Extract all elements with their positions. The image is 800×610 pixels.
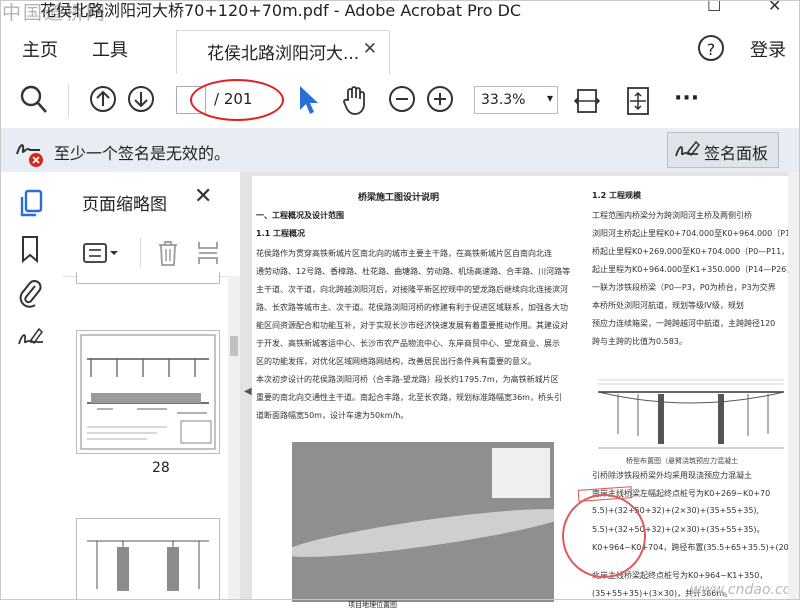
doc-right-line: 起止里程为K0+964.000至K1+350.000（P14—P26， — [592, 265, 788, 274]
delete-page-icon[interactable] — [156, 238, 180, 272]
close-tab-icon[interactable]: ✕ — [363, 39, 377, 59]
extract-pages-icon[interactable] — [196, 238, 220, 272]
doc-right-line: 跨与主跨的比值为0.583。 — [592, 337, 687, 346]
doc-body-line: 于开发、高铁新城客运中心、长沙市农产品物流中心、东岸商贸中心、望龙商业、展示 — [256, 339, 560, 348]
page-thumbnails-icon[interactable] — [17, 188, 45, 224]
doc-body-line: 能区间资源配合和功能互补，对于实现长沙市经济快速发展有着重要推动作用。其建设对 — [256, 321, 568, 330]
zoom-level-value: 33.3% — [481, 92, 526, 108]
full-screen-icon[interactable] — [624, 84, 652, 122]
doc-body-line: 重要的南北向交通性主干道。南起合丰路，北至长农路，规划标准路幅宽36m，桥头引 — [256, 393, 562, 402]
thumbnail-options-icon[interactable] — [82, 240, 122, 270]
fit-page-width-icon[interactable] — [573, 84, 601, 122]
window-title: 花侯北路浏阳河大桥70+120+70m.pdf - Adobe Acrobat … — [40, 1, 522, 20]
doc-section-1: 一、工程概况及设计范围 — [256, 211, 344, 220]
thumbnails-toolbar-divider — [140, 238, 141, 268]
map-river — [292, 499, 554, 567]
doc-body-line: 路、长农路等城市主、次干道。花侯路浏阳河桥的修建有利于促进区域联系，加强各大功 — [256, 303, 568, 312]
menu-tools[interactable]: 工具 — [92, 36, 128, 62]
doc-body-line: 本次初步设计的花侯路浏阳河桥（合丰路-望龙路）段长约1795.7m，为高铁新城片… — [256, 375, 559, 384]
signature-notice-text: 至少一个签名是无效的。 — [54, 144, 231, 163]
next-page-icon[interactable] — [126, 84, 156, 118]
menu-home[interactable]: 主页 — [22, 36, 58, 62]
zoom-level-select[interactable]: 33.3% ▾ — [474, 86, 558, 114]
help-icon[interactable]: ? — [698, 35, 724, 61]
document-tab[interactable]: 花侯北路浏阳河大... ✕ — [176, 30, 390, 74]
doc-right-line: 一联为涉铁段桥梁（P0—P3，P0为桥台，P3为交界 — [592, 283, 776, 292]
thumbnail-page-28[interactable] — [76, 330, 220, 454]
bridge-caption: 桥型布置图（悬臂浇筑预应力混凝土 — [626, 457, 738, 465]
invalid-signature-icon — [14, 136, 48, 172]
red-annotation-circle — [190, 79, 284, 121]
collapse-left-panel-icon[interactable]: ◀ — [244, 386, 252, 397]
doc-right-line: 桥起止里程K0+269.000至K0+704.000（P0—P11，P — [592, 247, 788, 256]
thumbnail-page-27[interactable] — [76, 272, 220, 284]
more-options-icon[interactable]: ··· — [674, 86, 699, 111]
thumbnail-page-29[interactable] — [76, 518, 220, 600]
thumbnails-scrollbar-thumb[interactable] — [230, 336, 238, 356]
signature-panel-button[interactable]: 签名面板 — [667, 132, 779, 168]
doc-body-line: 花侯路作为贯穿高铁新城片区南北向的城市主要主干路，在高铁新城片区自南向北连 — [256, 249, 552, 258]
doc-right-heading: 1.2 工程规模 — [592, 191, 641, 200]
zoom-in-icon[interactable] — [426, 84, 454, 118]
document-page: 桥梁施工图设计说明 一、工程概况及设计范围 1.1 工程概况 花侯路作为贯穿高铁… — [252, 176, 800, 609]
document-view: ◀ 桥梁施工图设计说明 一、工程概况及设计范围 1.1 工程概况 花侯路作为贯穿… — [240, 172, 800, 609]
bookmarks-icon[interactable] — [17, 234, 43, 268]
doc-section-1-1: 1.1 工程概况 — [256, 229, 305, 238]
doc-body-line: 道断面路幅宽50m，设计车速为50km/h。 — [256, 411, 409, 420]
doc-right-line: 浏阳河主桥起止里程K0+704.000至K0+964.000（P11 — [592, 229, 788, 238]
document-scrollbar[interactable] — [788, 172, 800, 600]
previous-page-icon[interactable] — [88, 84, 118, 118]
doc-right-line: 引桥除涉铁段桥梁外均采用现浇预应力混凝土 — [592, 471, 752, 480]
red-seal-stamp — [562, 494, 646, 578]
signature-pen-icon — [674, 138, 701, 168]
menu-bar: 主页 工具 花侯北路浏阳河大... ✕ ? 登录 — [0, 22, 800, 75]
signature-panel-label: 签名面板 — [704, 144, 769, 163]
close-panel-icon[interactable]: ✕ — [194, 184, 212, 209]
map-legend — [492, 448, 550, 498]
maximize-icon[interactable]: ☐ — [707, 0, 721, 15]
thumbnails-panel-title: 页面缩略图 — [82, 195, 167, 215]
doc-title: 桥梁施工图设计说明 — [358, 193, 440, 203]
map-caption: 项目地理位置图 — [348, 601, 397, 609]
document-tab-label: 花侯北路浏阳河大... — [207, 44, 360, 64]
close-window-icon[interactable]: ✕ — [768, 0, 781, 15]
signature-notice-bar: 至少一个签名是无效的。 签名面板 — [0, 128, 800, 173]
hand-tool-icon[interactable] — [340, 84, 370, 120]
website-watermark: www.cndao.com — [690, 582, 800, 598]
chevron-down-icon: ▾ — [546, 91, 553, 105]
doc-right-line: 工程范围内桥梁分为跨浏阳河主桥及两侧引桥 — [592, 211, 752, 220]
left-navigation-rail — [0, 172, 63, 600]
page-thumbnails-panel: 页面缩略图 ✕ 28 — [62, 172, 241, 600]
signatures-icon[interactable] — [17, 324, 45, 358]
select-cursor-icon[interactable] — [296, 84, 320, 120]
thumbnails-scrollbar[interactable] — [228, 276, 240, 600]
zoom-out-icon[interactable] — [388, 84, 416, 118]
login-button[interactable]: 登录 — [750, 36, 786, 62]
toolbar: / 201 33.3% ▾ ··· — [0, 74, 800, 129]
doc-right-line: 本桥所处浏阳河航道，规划等级IV级，规划 — [592, 301, 744, 310]
location-map-image — [292, 442, 554, 602]
attachments-icon[interactable] — [17, 278, 43, 312]
title-bar: 中国道桥网 花侯北路浏阳河大桥70+120+70m.pdf - Adobe Ac… — [0, 0, 800, 24]
thumbnails-toolbar — [62, 232, 240, 277]
bridge-elevation-drawing — [598, 379, 784, 449]
search-icon[interactable] — [20, 84, 48, 118]
doc-body-line: 通劳动路、12号路、香樟路、杜花路、曲塘路、劳动路、机场高速路、合丰路、川河路等 — [256, 267, 571, 276]
doc-body-line: 主干道、次干道，向北跨越浏阳河后，对接隆平新区控规中的望龙路后继续向北连接滨河 — [256, 285, 568, 294]
doc-right-line: 预应力连续箱梁，一跨跨越河中航道，主跨跨径120 — [592, 319, 776, 328]
toolbar-divider — [68, 84, 69, 118]
doc-body-line: 区的功能发挥，对优化区域网络路网结构，改善居民出行条件具有重要的意义。 — [256, 357, 536, 366]
thumbnail-page-number: 28 — [152, 460, 170, 476]
